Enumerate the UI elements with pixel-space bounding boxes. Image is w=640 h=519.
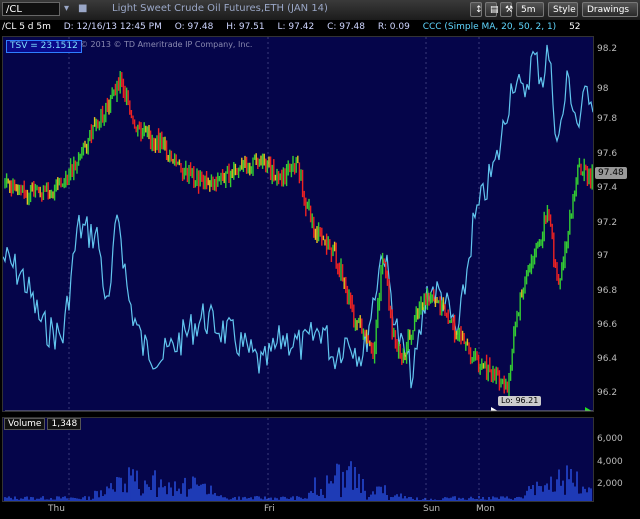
time-tick-label: Fri [264, 504, 275, 514]
price-tick-label: 97 [597, 251, 609, 261]
study-value: 52 [569, 22, 581, 32]
time-tick-label: Sun [423, 504, 441, 514]
price-tick-label: 98 [597, 84, 609, 94]
price-chart[interactable] [2, 36, 594, 412]
copyright-text: © 2013 © TD Ameritrade IP Company, Inc. [80, 40, 253, 49]
low-price-flag: Lo: 96.21 [498, 396, 542, 406]
green-arrow-head [585, 407, 592, 411]
price-tick-label: 97.2 [597, 218, 618, 228]
link-icon[interactable]: ↕ [470, 2, 483, 17]
price-tick-label: 97.6 [597, 149, 618, 159]
volume-tick-label: 4,000 [597, 457, 623, 467]
symbol-input[interactable]: /CL [2, 2, 60, 16]
study-label[interactable]: CCC (Simple MA, 20, 50, 2, 1) [423, 22, 557, 32]
drawings-button[interactable]: Drawings [582, 2, 638, 17]
chevron-down-icon[interactable]: ▾ [64, 3, 69, 14]
volume-plot [4, 418, 592, 501]
price-tick-label: 96.6 [597, 320, 618, 330]
price-tick-label: 97.4 [597, 183, 618, 193]
bar-open: O: 97.48 [174, 22, 214, 32]
price-tick-label: 96.4 [597, 354, 618, 364]
price-plot [3, 37, 593, 411]
symbol-value: /CL [6, 4, 22, 15]
volume-value: 1,348 [47, 418, 82, 430]
info-icon[interactable]: ■ [78, 3, 87, 14]
volume-pane[interactable] [2, 417, 594, 502]
tsv-label: TSV = 23.1512 [6, 40, 82, 53]
bar-low: L: 97.42 [277, 22, 315, 32]
price-tick-label: 97.8 [597, 114, 618, 124]
volume-tick-label: 6,000 [597, 434, 623, 444]
timeframe-button[interactable]: 5m [516, 2, 544, 17]
time-tick-label: Thu [48, 504, 65, 514]
volume-tick-label: 2,000 [597, 479, 623, 489]
bar-close: C: 97.48 [327, 22, 366, 32]
time-tick-label: Mon [476, 504, 495, 514]
instrument-title: Light Sweet Crude Oil Futures,ETH (JAN 1… [112, 3, 328, 14]
toolbar: /CL ▾ ■ Light Sweet Crude Oil Futures,ET… [0, 0, 640, 21]
bar-range: R: 0.09 [377, 22, 410, 32]
volume-header: Volume 1,348 [4, 418, 83, 430]
volume-label: Volume [4, 418, 46, 430]
chart-tag: /CL 5 d 5m [2, 22, 51, 32]
last-price-flag: 97.48 [595, 167, 627, 179]
tsv-indicator-line [3, 44, 593, 389]
price-tick-label: 96.8 [597, 286, 618, 296]
info-bar: /CL 5 d 5m D: 12/16/13 12:45 PM O: 97.48… [0, 20, 640, 35]
price-tick-label: 98.2 [597, 44, 618, 54]
chart-icon[interactable]: ▤ [485, 2, 499, 17]
bar-high: H: 97.51 [226, 22, 265, 32]
style-button[interactable]: Style [548, 2, 578, 17]
wrench-icon[interactable]: ⚒ [500, 2, 513, 17]
price-tick-label: 96.2 [597, 388, 618, 398]
bar-date: D: 12/16/13 12:45 PM [63, 22, 162, 32]
white-arrow-head [491, 407, 498, 411]
